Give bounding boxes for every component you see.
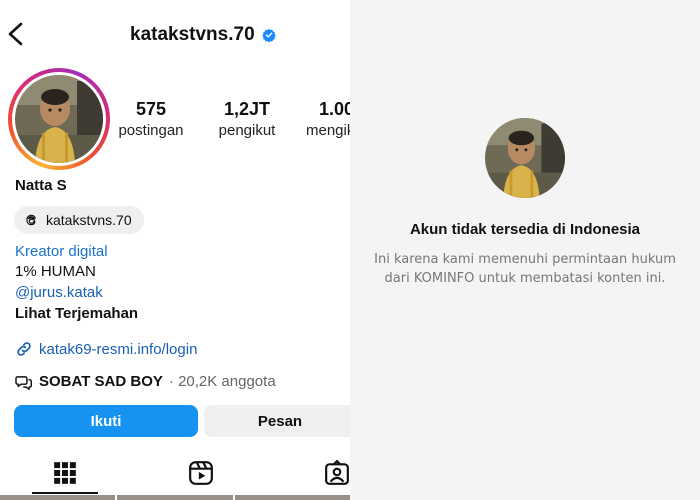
account-unavailable-panel: Akun tidak tersedia di Indonesia Ini kar… (350, 0, 700, 500)
username-text: katakstvns.70 (130, 24, 255, 45)
grid-icon[interactable] (52, 460, 78, 486)
posts-count: 575 (135, 99, 167, 119)
story-ring[interactable] (8, 68, 110, 170)
stat-following[interactable]: 1.00 mengikuti (305, 98, 350, 141)
post-grid (0, 495, 350, 500)
see-translation-link[interactable]: Lihat Terjemahan (15, 304, 138, 324)
unavailable-description: Ini karena kami memenuhi permintaan huku… (350, 250, 700, 288)
following-count: 1.00 (319, 99, 350, 119)
link-icon (17, 342, 31, 356)
post-thumbnail[interactable] (234, 495, 350, 500)
profile-username-header: katakstvns.70 (130, 24, 276, 46)
tagged-icon[interactable] (324, 460, 350, 486)
verified-badge-icon (261, 28, 276, 42)
message-button[interactable]: Pesan (204, 405, 350, 437)
active-tab-indicator (32, 492, 98, 494)
bio-mention-link[interactable]: @jurus.katak (15, 283, 103, 303)
stat-followers[interactable]: 1,2JT pengikut (212, 98, 282, 141)
posts-label: postingan (118, 122, 184, 139)
threads-icon (26, 214, 36, 226)
unavailable-desc-line1: Ini karena kami memenuhi permintaan huku… (374, 252, 676, 267)
bio-category: Kreator digital (15, 243, 108, 260)
reels-icon[interactable] (188, 460, 214, 486)
unavailable-avatar (485, 118, 565, 198)
stat-posts[interactable]: 575 postingan (114, 98, 188, 141)
follow-button[interactable]: Ikuti (14, 405, 198, 437)
threads-handle: katakstvns.70 (46, 212, 132, 228)
profile-link-text: katak69-resmi.info/login (39, 340, 198, 358)
profile-link[interactable]: katak69-resmi.info/login (15, 340, 197, 358)
community-row[interactable]: SOBAT SAD BOY · 20,2K anggota (15, 373, 276, 390)
bio-line: 1% HUMAN (15, 263, 96, 280)
followers-label: pengikut (218, 122, 276, 139)
unavailable-title: Akun tidak tersedia di Indonesia (409, 221, 641, 238)
community-chat-icon (15, 375, 32, 390)
following-label: mengikuti (306, 122, 350, 139)
back-arrow-icon[interactable] (4, 20, 28, 48)
unavailable-desc-line2: dari KOMINFO untuk membatasi konten ini. (384, 271, 666, 286)
followers-count: 1,2JT (223, 99, 271, 119)
display-name: Natta S (15, 177, 67, 194)
post-thumbnail[interactable] (117, 495, 233, 500)
community-members: · 20,2K anggota (168, 373, 276, 390)
community-name: SOBAT SAD BOY (39, 373, 163, 390)
avatar (15, 75, 103, 163)
post-thumbnail[interactable] (0, 495, 116, 500)
threads-badge[interactable]: katakstvns.70 (14, 206, 144, 234)
profile-panel: katakstvns.70 575 postingan 1,2JT pengik… (0, 0, 350, 500)
